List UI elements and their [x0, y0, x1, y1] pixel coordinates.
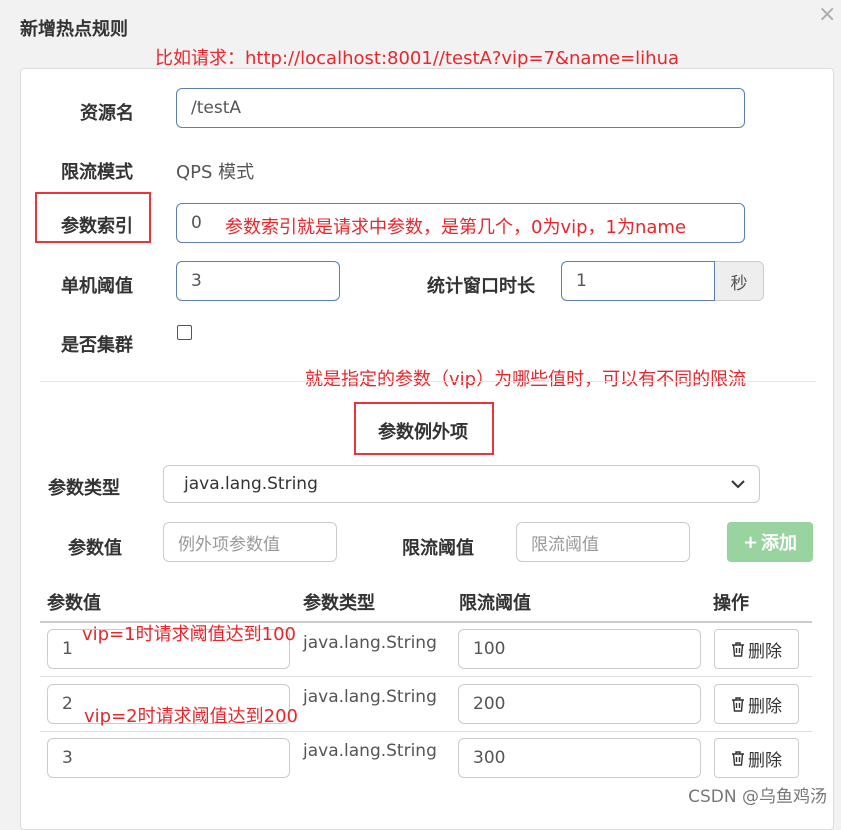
row1-value: 1: [62, 639, 73, 659]
chevron-down-icon: [731, 479, 745, 488]
row3-value: 3: [62, 748, 73, 768]
row1-limit: 100: [473, 639, 506, 659]
row1-note: vip=1时请求阈值达到100: [82, 624, 296, 645]
col-header-value: 参数值: [47, 593, 101, 614]
exception-note: 就是指定的参数（vip）为哪些值时，可以有不同的限流: [305, 369, 747, 390]
trash-icon: [732, 696, 744, 712]
window-value: 1: [576, 271, 587, 291]
row1-type: java.lang.String: [303, 633, 437, 653]
dialog-title: 新增热点规则: [20, 19, 128, 40]
row2-limit: 200: [473, 694, 506, 714]
watermark: CSDN @乌鱼鸡汤: [688, 787, 827, 807]
threshold-input[interactable]: 3: [176, 261, 340, 301]
param-type-label: 参数类型: [48, 478, 120, 499]
param-index-note: 参数索引就是请求中参数，是第几个，0为vip，1为name: [225, 217, 687, 238]
param-type-selected: java.lang.String: [184, 474, 318, 494]
row1-delete-button[interactable]: 删除: [714, 629, 799, 669]
resource-label: 资源名: [80, 103, 134, 124]
threshold-label: 单机阈值: [61, 276, 133, 297]
trash-icon: [732, 641, 744, 657]
cluster-label: 是否集群: [61, 335, 133, 356]
trash-icon: [732, 750, 744, 766]
exception-value-label: 参数值: [68, 538, 122, 559]
row2-type: java.lang.String: [303, 687, 437, 707]
col-header-limit: 限流阈值: [459, 593, 531, 614]
param-index-label: 参数索引: [61, 216, 133, 237]
mode-value: QPS 模式: [176, 162, 255, 183]
row3-delete-label: 删除: [748, 750, 782, 771]
mode-label: 限流模式: [61, 162, 133, 183]
window-label: 统计窗口时长: [427, 276, 535, 297]
row2-note: vip=2时请求阈值达到200: [84, 706, 298, 727]
row3-limit: 300: [473, 748, 506, 768]
exception-value-input[interactable]: 例外项参数值: [163, 522, 337, 562]
row-divider: [40, 676, 812, 677]
row3-value-input[interactable]: 3: [47, 738, 290, 778]
resource-input[interactable]: /testA: [176, 88, 745, 128]
row2-value: 2: [62, 694, 73, 714]
row-divider: [40, 731, 812, 732]
row3-type: java.lang.String: [303, 741, 437, 761]
col-header-action: 操作: [713, 593, 749, 614]
exception-limit-input[interactable]: 限流阈值: [516, 522, 690, 562]
exception-limit-placeholder: 限流阈值: [531, 534, 599, 555]
row2-limit-input[interactable]: 200: [458, 684, 701, 724]
add-button[interactable]: + 添加: [727, 522, 813, 562]
cluster-checkbox[interactable]: [177, 325, 192, 340]
row3-limit-input[interactable]: 300: [458, 738, 701, 778]
threshold-value: 3: [191, 271, 202, 291]
exception-value-placeholder: 例外项参数值: [178, 534, 280, 555]
row1-limit-input[interactable]: 100: [458, 629, 701, 669]
close-icon[interactable]: ×: [818, 2, 836, 27]
exception-section-title: 参数例外项: [378, 422, 468, 443]
divider: [40, 381, 816, 382]
add-button-label: 添加: [761, 533, 798, 554]
request-example-note: 比如请求：http://localhost:8001//testA?vip=7&…: [155, 48, 680, 69]
row2-delete-button[interactable]: 删除: [714, 684, 799, 724]
window-unit-addon: 秒: [715, 261, 764, 301]
resource-value: /testA: [191, 98, 242, 118]
window-input[interactable]: 1: [561, 261, 715, 301]
param-type-select[interactable]: java.lang.String: [163, 465, 760, 503]
col-header-type: 参数类型: [303, 593, 375, 614]
plus-icon: +: [742, 531, 759, 553]
row3-delete-button[interactable]: 删除: [714, 738, 799, 778]
row1-delete-label: 删除: [748, 641, 782, 662]
row2-delete-label: 删除: [748, 696, 782, 717]
exception-limit-label: 限流阈值: [402, 538, 474, 559]
param-index-value: 0: [191, 213, 202, 233]
